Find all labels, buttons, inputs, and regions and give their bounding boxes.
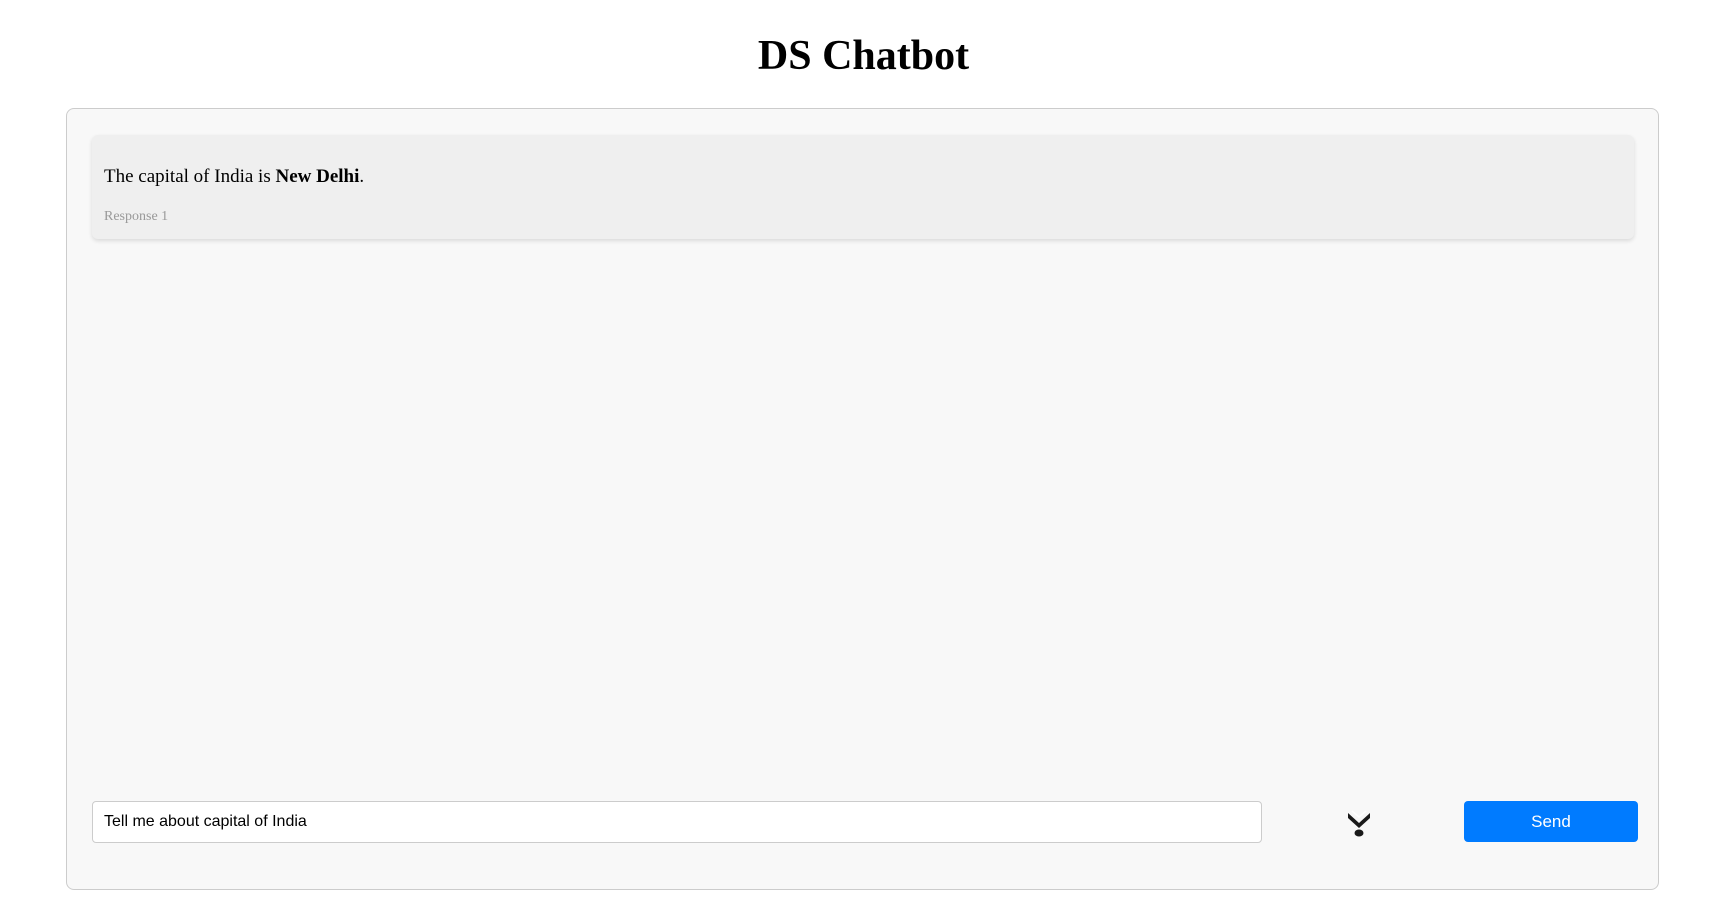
message-text: The capital of India is New Delhi. (104, 165, 364, 189)
chat-input[interactable] (92, 801, 1262, 843)
page-title: DS Chatbot (757, 33, 970, 79)
chat-container: The capital of India is New Delhi. Respo… (66, 108, 1659, 890)
composer: Send (92, 801, 1638, 843)
bot-message: The capital of India is New Delhi. Respo… (92, 135, 1634, 239)
microphone-icon (1348, 810, 1370, 837)
message-text-plain: The capital of India is (104, 166, 276, 187)
message-text-end: . (359, 166, 365, 187)
message-response-label: Response 1 (104, 209, 169, 224)
message-text-bold: New Delhi (275, 166, 360, 187)
microphone-button[interactable] (1344, 807, 1374, 839)
send-button[interactable]: Send (1464, 801, 1638, 842)
